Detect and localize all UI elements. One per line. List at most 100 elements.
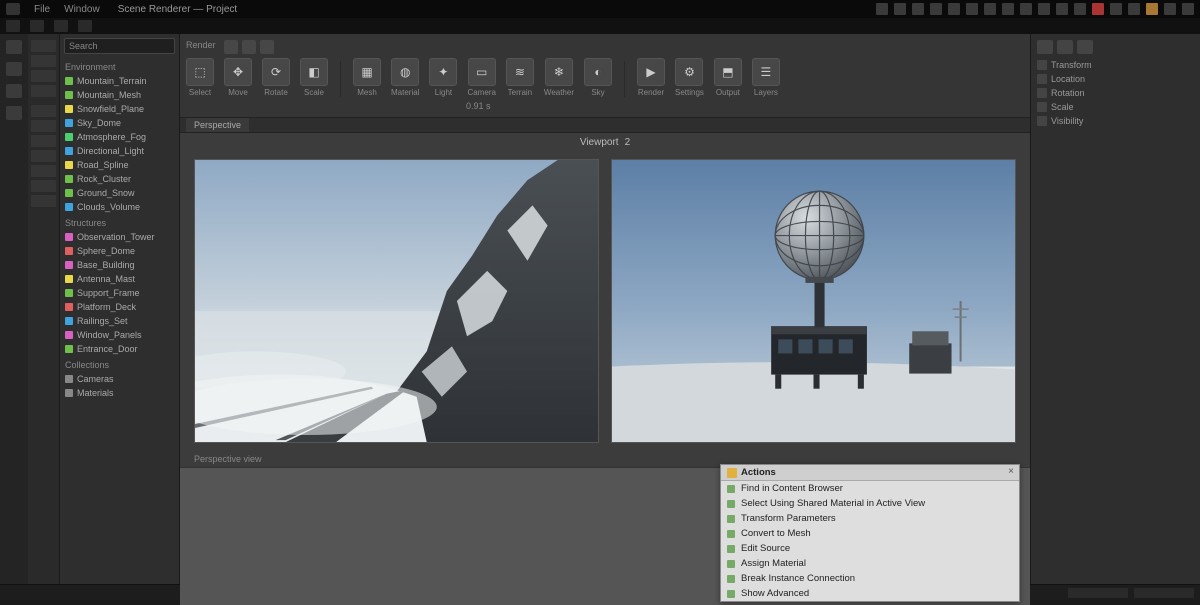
menubar-icon[interactable] [1092,3,1104,15]
outline-mini-item[interactable] [31,85,56,97]
asset-item[interactable]: Directional_Light [65,144,174,158]
viewport[interactable]: Viewport 2 [180,133,1030,605]
menu-window[interactable]: Window [64,4,100,15]
context-menu-item[interactable]: Convert to Mesh [721,526,1019,541]
iconstrip-icon[interactable] [6,84,22,98]
asset-item[interactable]: Sphere_Dome [65,244,174,258]
asset-item[interactable]: Rock_Cluster [65,172,174,186]
ribbon-tab-render[interactable]: Render [186,40,216,54]
menubar-icon[interactable] [1146,3,1158,15]
menubar-icon[interactable] [930,3,942,15]
tool-settings-icon[interactable]: ⚙ [675,58,703,86]
substrip-icon[interactable] [30,20,44,32]
menubar-icon[interactable] [948,3,960,15]
menubar-icon[interactable] [894,3,906,15]
menubar-icon[interactable] [912,3,924,15]
context-menu-item[interactable]: Assign Material [721,556,1019,571]
tool-weather-icon[interactable]: ❄ [545,58,573,86]
tool-output-icon[interactable]: ⬒ [714,58,742,86]
properties-row[interactable]: Scale [1037,100,1194,114]
properties-row[interactable]: Location [1037,72,1194,86]
asset-item[interactable]: Mountain_Terrain [65,74,174,88]
asset-item[interactable]: Snowfield_Plane [65,102,174,116]
context-menu-item[interactable]: Transform Parameters [721,511,1019,526]
render-pane-right[interactable] [611,159,1016,443]
menubar-icon[interactable] [966,3,978,15]
menubar-icon[interactable] [1164,3,1176,15]
outline-mini-item[interactable] [31,165,56,177]
tool-camera-icon[interactable]: ▭ [468,58,496,86]
outline-mini-item[interactable] [31,55,56,67]
outline-mini-item[interactable] [31,70,56,82]
toolbar-small-new-icon[interactable] [224,40,238,54]
context-menu-item[interactable]: Find in Content Browser [721,481,1019,496]
asset-item[interactable]: Platform_Deck [65,300,174,314]
tool-terrain-icon[interactable]: ≋ [506,58,534,86]
asset-item[interactable]: Clouds_Volume [65,200,174,214]
context-menu-item[interactable]: Select Using Shared Material in Active V… [721,496,1019,511]
menubar-icon[interactable] [1038,3,1050,15]
menubar-icon[interactable] [984,3,996,15]
context-menu-item[interactable]: Edit Source [721,541,1019,556]
tool-select-icon[interactable]: ⬚ [186,58,214,86]
outline-mini-item[interactable] [31,180,56,192]
outline-mini-item[interactable] [31,105,56,117]
menu-file[interactable]: File [34,4,50,15]
asset-item[interactable]: Window_Panels [65,328,174,342]
iconstrip-icon[interactable] [6,106,22,120]
properties-header-icon[interactable] [1077,40,1093,54]
outline-mini-item[interactable] [31,135,56,147]
substrip-icon[interactable] [54,20,68,32]
asset-item[interactable]: Cameras [65,372,174,386]
iconstrip-icon[interactable] [6,40,22,54]
toolbar-small-save-icon[interactable] [260,40,274,54]
viewport-tab-perspective[interactable]: Perspective [186,118,249,132]
outline-mini-item[interactable] [31,195,56,207]
context-menu-close-icon[interactable]: × [1005,466,1017,478]
asset-item[interactable]: Materials [65,386,174,400]
substrip-icon[interactable] [78,20,92,32]
asset-item[interactable]: Observation_Tower [65,230,174,244]
tool-sky-icon[interactable]: ◐ [584,58,612,86]
context-menu-item[interactable]: Show Advanced [721,586,1019,601]
properties-header-icon[interactable] [1037,40,1053,54]
asset-item[interactable]: Base_Building [65,258,174,272]
outline-mini-item[interactable] [31,120,56,132]
iconstrip-icon[interactable] [6,62,22,76]
asset-item[interactable]: Entrance_Door [65,342,174,356]
menubar-icon[interactable] [1056,3,1068,15]
assets-search-input[interactable]: Search [64,38,175,54]
asset-item[interactable]: Antenna_Mast [65,272,174,286]
tool-material-icon[interactable]: ◍ [391,58,419,86]
asset-item[interactable]: Ground_Snow [65,186,174,200]
tool-light-icon[interactable]: ✦ [429,58,457,86]
menubar-icon[interactable] [1182,3,1194,15]
asset-item[interactable]: Railings_Set [65,314,174,328]
menubar-icon[interactable] [1110,3,1122,15]
outline-mini-item[interactable] [31,150,56,162]
tool-layers-icon[interactable]: ☰ [752,58,780,86]
menubar-icon[interactable] [1128,3,1140,15]
properties-header-icon[interactable] [1057,40,1073,54]
asset-item[interactable]: Sky_Dome [65,116,174,130]
tool-mesh-icon[interactable]: ▦ [353,58,381,86]
tool-move-icon[interactable]: ✥ [224,58,252,86]
tool-rotate-icon[interactable]: ⟳ [262,58,290,86]
properties-row[interactable]: Visibility [1037,114,1194,128]
substrip-icon[interactable] [6,20,20,32]
asset-item[interactable]: Mountain_Mesh [65,88,174,102]
properties-row[interactable]: Transform [1037,58,1194,72]
menubar-icon[interactable] [1002,3,1014,15]
context-menu-item[interactable]: Break Instance Connection [721,571,1019,586]
asset-item[interactable]: Atmosphere_Fog [65,130,174,144]
tool-render-icon[interactable]: ▶ [637,58,665,86]
properties-row[interactable]: Rotation [1037,86,1194,100]
asset-item[interactable]: Support_Frame [65,286,174,300]
asset-item[interactable]: Road_Spline [65,158,174,172]
render-pane-left[interactable] [194,159,599,443]
tool-scale-icon[interactable]: ◧ [300,58,328,86]
menubar-icon[interactable] [1074,3,1086,15]
toolbar-small-open-icon[interactable] [242,40,256,54]
menubar-icon[interactable] [1020,3,1032,15]
outline-mini-item[interactable] [31,40,56,52]
